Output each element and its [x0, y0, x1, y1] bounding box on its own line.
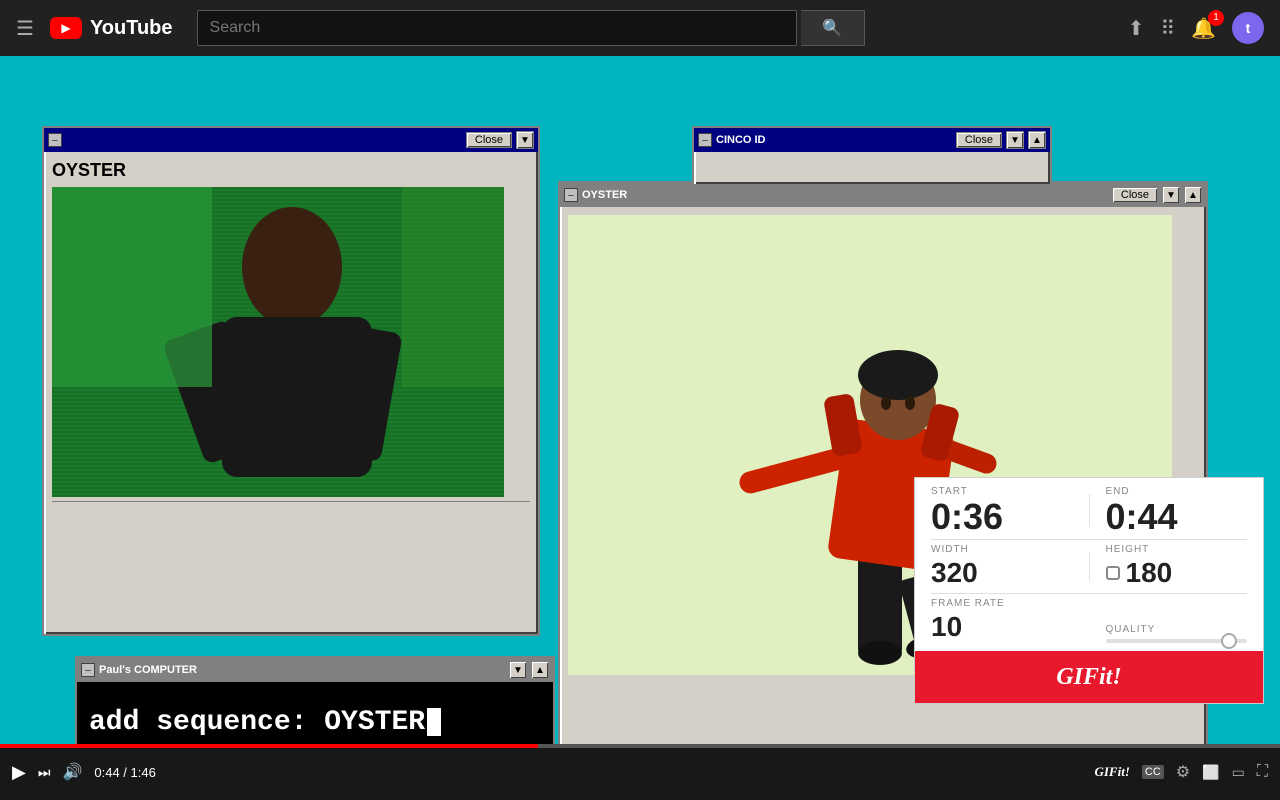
- settings-icon[interactable]: ⚙: [1176, 762, 1190, 782]
- next-button[interactable]: ⏭: [38, 764, 51, 781]
- gifit-quality-thumb[interactable]: [1221, 633, 1237, 649]
- oyster-back-image: [52, 187, 504, 497]
- youtube-logo-icon: [50, 17, 82, 39]
- window-cinco: ─ CINCO ID Close ▼ ▲: [692, 126, 1052, 186]
- progress-track: [0, 744, 1280, 748]
- gifit-quality-field: QUALITY: [1106, 624, 1248, 643]
- gifit-divider1: [1089, 494, 1090, 527]
- oyster-back-minimize-icon[interactable]: ─: [48, 133, 62, 147]
- search-input[interactable]: [210, 19, 784, 37]
- gifit-submit-label-it: it!: [1099, 664, 1122, 691]
- gifit-framerate-field: FRAME RATE 10: [931, 598, 1073, 643]
- progress-fill: [0, 744, 538, 748]
- oyster-back-label: OYSTER: [52, 160, 530, 181]
- oyster-back-content: OYSTER: [44, 152, 538, 525]
- oyster-front-minimize-icon[interactable]: ─: [564, 188, 578, 202]
- gifit-dimensions-row: WIDTH 320 HEIGHT 180: [915, 540, 1263, 593]
- player-bar: ▶ ⏭ 🔊 0:44 / 1:46 GIFit! CC ⚙ ⬜ ▭ ⛶: [0, 744, 1280, 800]
- oyster-back-titlebar: ─ Close ▼: [44, 128, 538, 152]
- oyster-front-title: OYSTER: [582, 189, 1108, 201]
- video-area: ─ Close ▼ OYSTER: [0, 56, 1280, 800]
- header-right: ⬆ ⠿ 🔔 1 t: [1128, 12, 1264, 44]
- notifications-icon[interactable]: 🔔 1: [1191, 16, 1216, 41]
- menu-icon[interactable]: ☰: [16, 16, 34, 41]
- gifit-height-number: 180: [1126, 557, 1173, 589]
- youtube-logo[interactable]: YouTube: [50, 17, 173, 40]
- gifit-width-field: WIDTH 320: [931, 544, 1073, 589]
- search-button[interactable]: 🔍: [801, 10, 865, 46]
- cinco-title: CINCO ID: [716, 134, 952, 146]
- apps-icon[interactable]: ⠿: [1160, 16, 1175, 41]
- oyster-back-svg: [52, 187, 504, 497]
- cinco-titlebar: ─ CINCO ID Close ▼ ▲: [694, 128, 1050, 152]
- cursor: [427, 708, 441, 736]
- player-time: 0:44 / 1:46: [94, 765, 155, 780]
- gifit-top-row: START 0:36 END 0:44: [915, 478, 1263, 539]
- gifit-submit-label-gif: GIF: [1056, 664, 1099, 691]
- search-bar: [197, 10, 797, 46]
- play-button[interactable]: ▶: [12, 762, 26, 783]
- oyster-back-scrollbar[interactable]: [52, 501, 530, 517]
- gifit-framerate-value[interactable]: 10: [931, 611, 1073, 643]
- gifit-panel: START 0:36 END 0:44 WIDTH 320 HEIGHT 180: [914, 477, 1264, 704]
- gifit-bottom-row: FRAME RATE 10 QUALITY: [915, 594, 1263, 651]
- gifit-height-field: HEIGHT 180: [1106, 544, 1248, 589]
- gifit-end-value[interactable]: 0:44: [1106, 499, 1248, 535]
- pauls-minimize-icon[interactable]: ─: [81, 663, 95, 677]
- theater-icon[interactable]: ▭: [1232, 764, 1245, 781]
- pauls-command-text: add sequence: OYSTER: [89, 707, 425, 738]
- gifit-width-value[interactable]: 320: [931, 557, 1073, 589]
- notification-badge: 1: [1208, 10, 1224, 26]
- gifit-framerate-label: FRAME RATE: [931, 598, 1073, 609]
- oyster-back-dropdown-icon[interactable]: ▼: [516, 131, 534, 149]
- pauls-dropdown-icon[interactable]: ▼: [509, 661, 527, 679]
- gifit-start-field: START 0:36: [931, 486, 1073, 535]
- gifit-height-value[interactable]: 180: [1106, 557, 1248, 589]
- cc-button[interactable]: CC: [1142, 765, 1164, 779]
- pauls-scroll-up-icon[interactable]: ▲: [531, 661, 549, 679]
- cinco-close-button[interactable]: Close: [956, 132, 1002, 148]
- fullscreen-icon[interactable]: ⛶: [1257, 763, 1268, 781]
- player-time-total: 1:46: [131, 765, 156, 780]
- oyster-front-titlebar: ─ OYSTER Close ▼ ▲: [560, 183, 1206, 207]
- player-time-current: 0:44: [94, 765, 119, 780]
- volume-button[interactable]: 🔊: [62, 762, 82, 782]
- gifit-height-label: HEIGHT: [1106, 544, 1248, 555]
- oyster-front-dropdown-icon[interactable]: ▼: [1162, 186, 1180, 204]
- miniplayer-icon[interactable]: ⬜: [1202, 764, 1219, 781]
- gifit-start-value[interactable]: 0:36: [931, 499, 1073, 535]
- youtube-logo-text: YouTube: [90, 17, 173, 40]
- cinco-scroll-up-icon[interactable]: ▲: [1028, 131, 1046, 149]
- gifit-divider2: [1089, 552, 1090, 581]
- player-right-controls: GIFit! CC ⚙ ⬜ ▭ ⛶: [1094, 762, 1268, 782]
- pauls-title: Paul's COMPUTER: [99, 664, 505, 676]
- gifit-end-field: END 0:44: [1106, 486, 1248, 535]
- cinco-minimize-icon[interactable]: ─: [698, 133, 712, 147]
- youtube-header: ☰ YouTube 🔍 ⬆ ⠿ 🔔 1 t: [0, 0, 1280, 56]
- gifit-logo-bar[interactable]: GIFit!: [1094, 764, 1129, 780]
- cinco-dropdown-icon[interactable]: ▼: [1006, 131, 1024, 149]
- upload-icon[interactable]: ⬆: [1128, 16, 1145, 41]
- oyster-front-close-button[interactable]: Close: [1112, 187, 1158, 203]
- gifit-width-label: WIDTH: [931, 544, 1073, 555]
- gifit-submit-button[interactable]: GIFit!: [915, 651, 1263, 703]
- oyster-front-scroll-up-icon[interactable]: ▲: [1184, 186, 1202, 204]
- player-progress-bar[interactable]: [0, 744, 1280, 748]
- pauls-titlebar: ─ Paul's COMPUTER ▼ ▲: [77, 658, 553, 682]
- avatar[interactable]: t: [1232, 12, 1264, 44]
- gifit-quality-slider[interactable]: [1106, 639, 1248, 643]
- window-oyster-back: ─ Close ▼ OYSTER: [42, 126, 540, 636]
- oyster-back-close-button[interactable]: Close: [466, 132, 512, 148]
- link-icon[interactable]: [1106, 566, 1120, 580]
